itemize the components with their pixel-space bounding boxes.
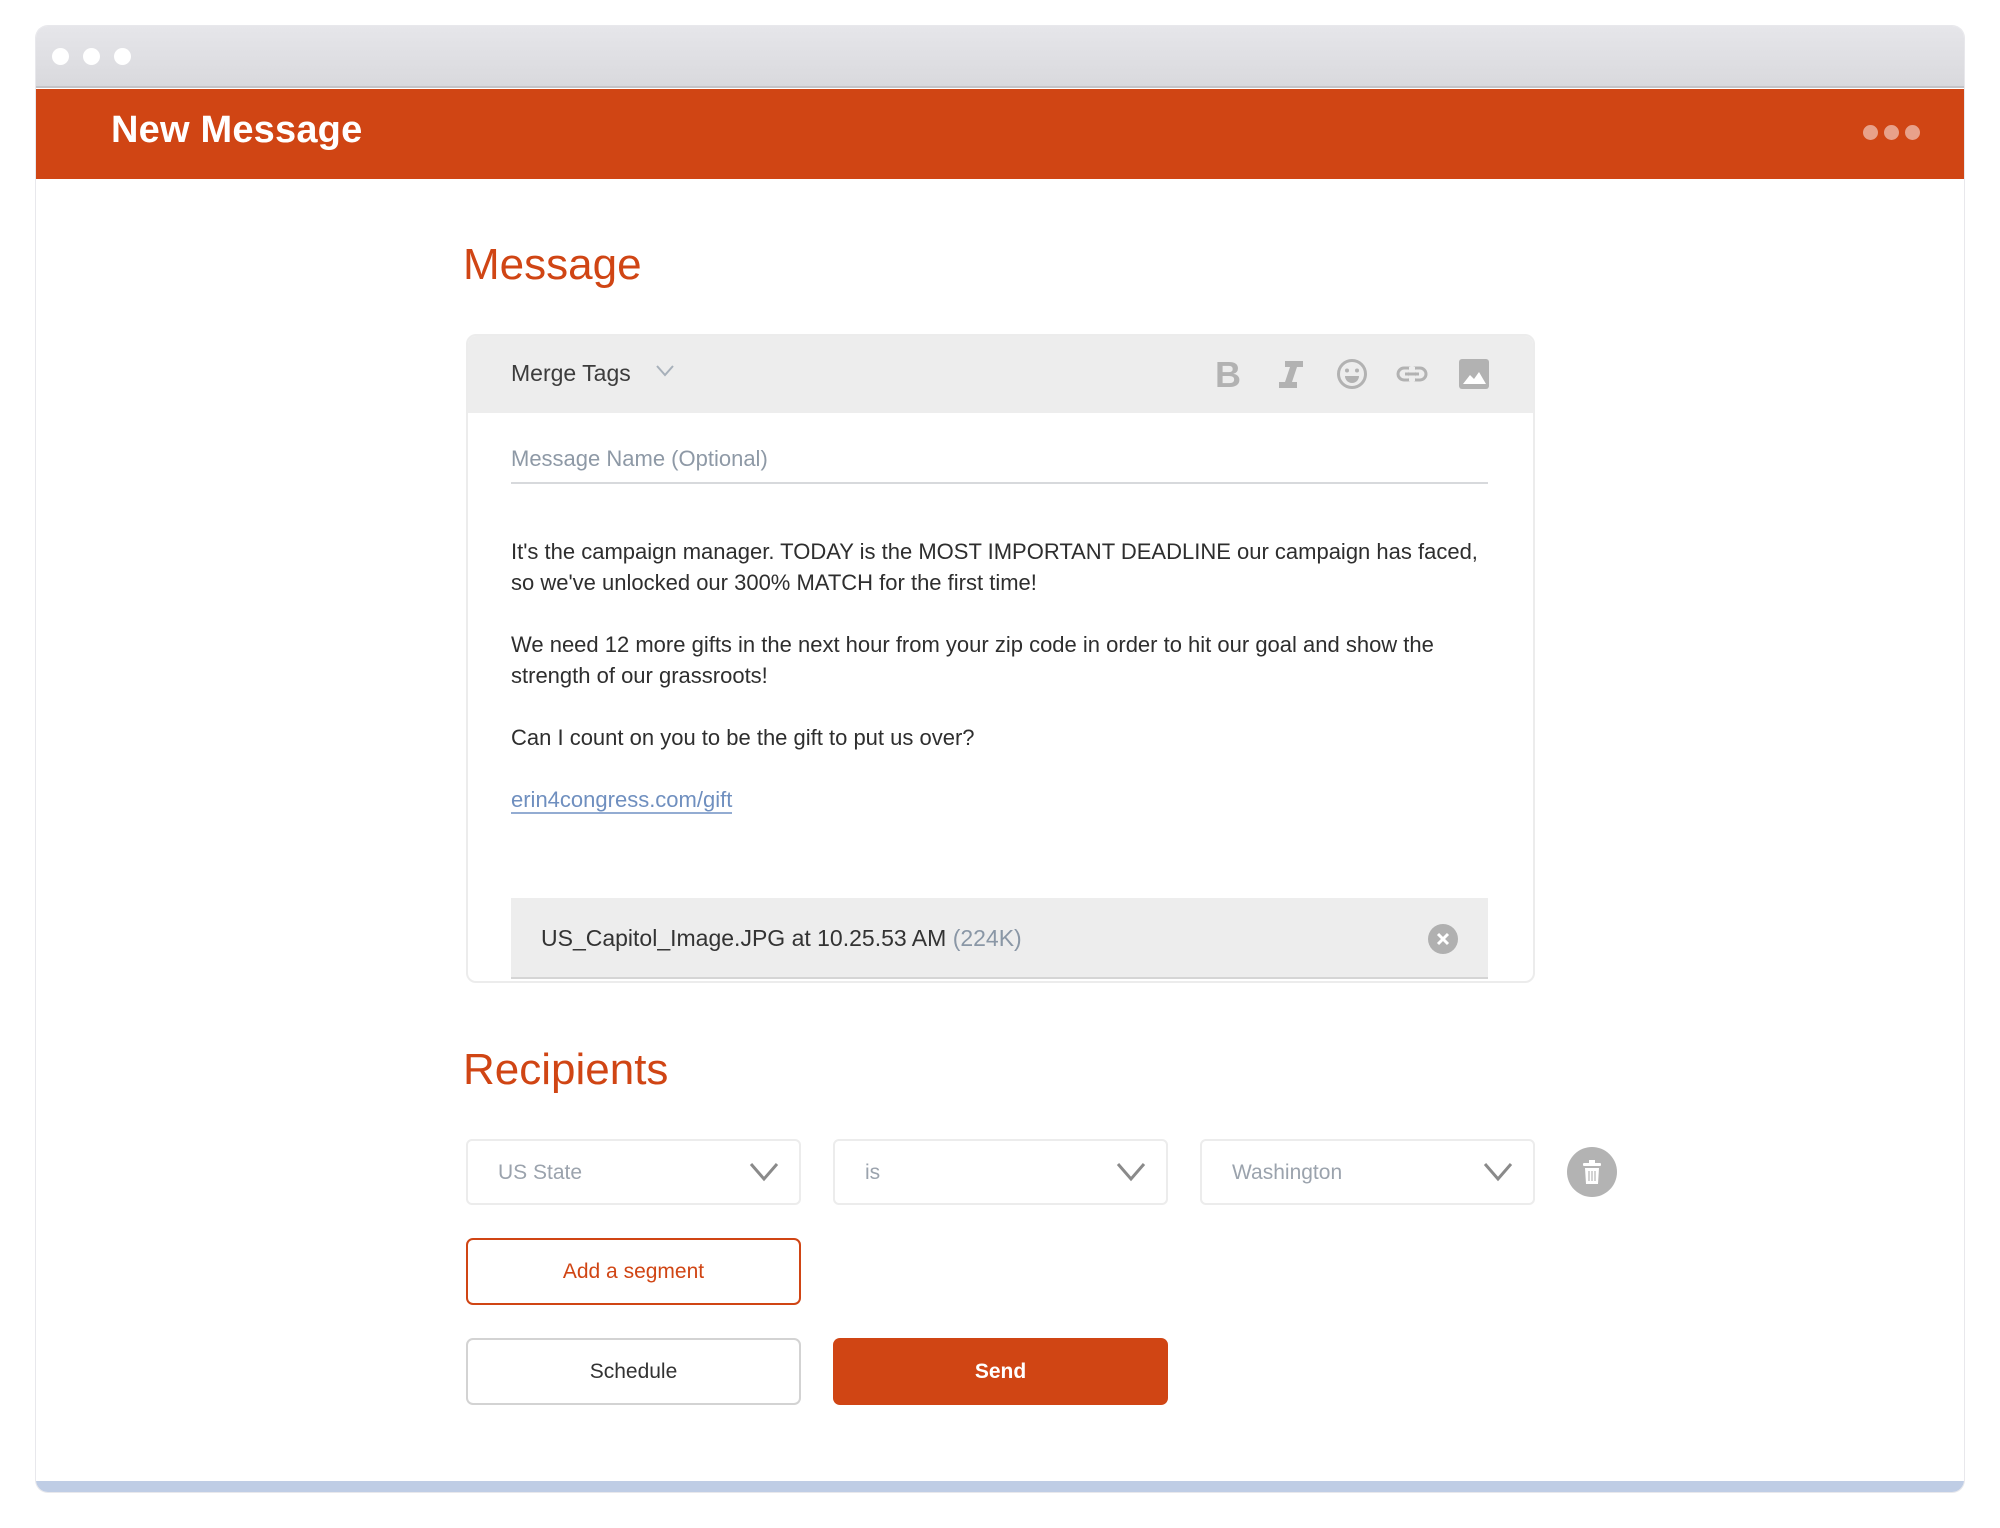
merge-tags-label: Merge Tags	[511, 360, 631, 386]
schedule-button[interactable]: Schedule	[466, 1338, 801, 1405]
trash-icon	[1583, 1160, 1601, 1184]
window-bottom-bar	[36, 1481, 1964, 1492]
emoji-icon[interactable]	[1334, 356, 1370, 392]
message-heading: Message	[463, 240, 642, 289]
message-body[interactable]: It's the campaign manager. TODAY is the …	[511, 536, 1491, 846]
message-editor-card: Merge Tags B It's the campaign manager. …	[466, 334, 1535, 983]
link-icon[interactable]	[1394, 356, 1430, 392]
chevron-down-icon	[1116, 1161, 1146, 1188]
filter-field-value: US State	[498, 1161, 583, 1184]
page-title: New Message	[111, 109, 363, 151]
body-paragraph: It's the campaign manager. TODAY is the …	[511, 539, 1478, 595]
add-segment-button[interactable]: Add a segment	[466, 1238, 801, 1305]
donation-link[interactable]: erin4congress.com/gift	[511, 787, 733, 814]
body-paragraph: Can I count on you to be the gift to put…	[511, 725, 975, 750]
italic-icon[interactable]	[1273, 356, 1309, 392]
chevron-down-icon	[1483, 1161, 1513, 1188]
editor-toolbar: Merge Tags B	[468, 336, 1533, 413]
app-header: New Message	[36, 89, 1964, 179]
image-icon[interactable]	[1456, 356, 1492, 392]
attachment-filename: US_Capitol_Image.JPG at 10.25.53 AM	[541, 925, 947, 951]
recipients-heading: Recipients	[463, 1045, 669, 1094]
window-close-button[interactable]	[52, 48, 69, 65]
attachment-item: US_Capitol_Image.JPG at 10.25.53 AM (224…	[511, 898, 1488, 979]
chevron-down-icon	[655, 364, 675, 383]
window-titlebar	[36, 26, 1964, 88]
window-maximize-button[interactable]	[114, 48, 131, 65]
svg-text:B: B	[1215, 358, 1241, 390]
filter-operator-select[interactable]: is	[833, 1139, 1168, 1205]
close-icon	[1436, 932, 1450, 946]
send-button[interactable]: Send	[833, 1338, 1168, 1405]
body-paragraph: We need 12 more gifts in the next hour f…	[511, 632, 1434, 688]
merge-tags-dropdown[interactable]: Merge Tags	[511, 360, 675, 387]
window-minimize-button[interactable]	[83, 48, 100, 65]
filter-field-select[interactable]: US State	[466, 1139, 801, 1205]
filter-value-select[interactable]: Washington	[1200, 1139, 1535, 1205]
bold-icon[interactable]: B	[1209, 356, 1245, 392]
filter-operator-value: is	[865, 1161, 881, 1184]
more-options-icon[interactable]	[1863, 125, 1920, 140]
remove-attachment-button[interactable]	[1428, 924, 1458, 954]
delete-filter-button[interactable]	[1567, 1147, 1617, 1197]
chevron-down-icon	[749, 1161, 779, 1188]
message-name-input[interactable]	[511, 436, 1488, 484]
filter-value-value: Washington	[1232, 1161, 1343, 1184]
attachment-size: (224K)	[952, 925, 1022, 951]
